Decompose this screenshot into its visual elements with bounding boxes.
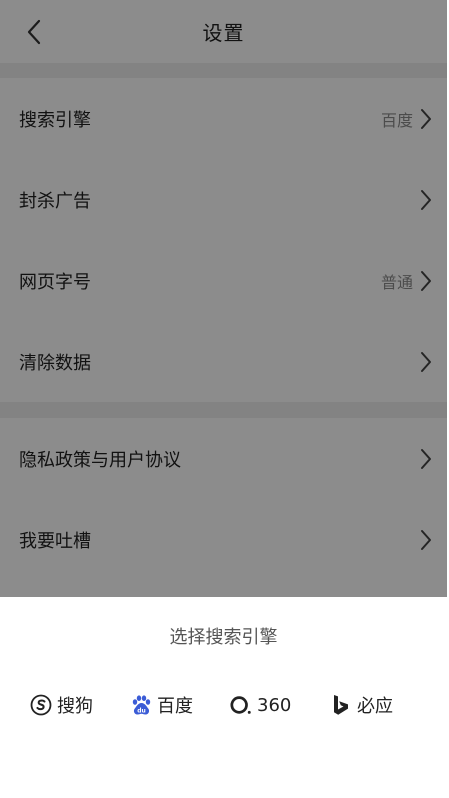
engine-label: 必应 xyxy=(357,696,393,717)
engine-option-sogou[interactable]: 搜狗 xyxy=(30,691,93,719)
bing-icon xyxy=(330,694,352,716)
baidu-icon: du xyxy=(130,694,152,716)
svg-text:du: du xyxy=(137,708,146,715)
sheet-title: 选择搜索引擎 xyxy=(169,627,278,648)
engine-label: 360 xyxy=(257,694,292,716)
engine-label: 百度 xyxy=(157,696,193,717)
search-engine-sheet: 选择搜索引擎 搜狗 du 百度 360 必应 xyxy=(0,597,447,798)
sogou-icon xyxy=(30,694,52,716)
engine-list: 搜狗 du 百度 360 必应 xyxy=(0,691,447,719)
engine-option-baidu[interactable]: du 百度 xyxy=(130,691,193,719)
engine-option-360[interactable]: 360 xyxy=(230,691,291,719)
360-icon xyxy=(230,694,252,716)
app-screen: 设置 搜索引擎 百度 封杀广告 网页字号 普通 清除数据 隐私政策与用户协议 我… xyxy=(0,0,449,798)
engine-option-bing[interactable]: 必应 xyxy=(330,691,393,719)
engine-label: 搜狗 xyxy=(57,696,93,717)
